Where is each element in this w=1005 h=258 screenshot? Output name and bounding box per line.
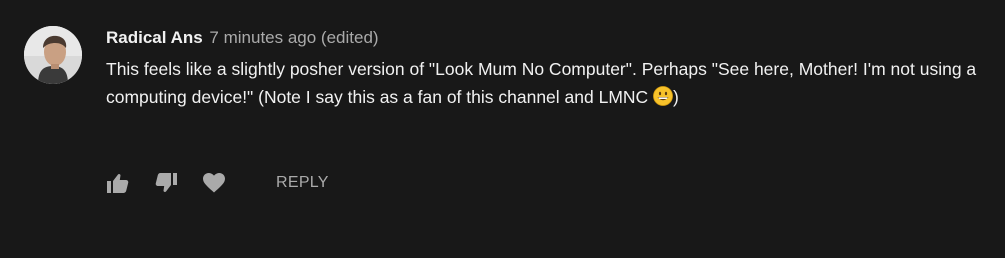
comment-actions: REPLY	[106, 168, 329, 198]
avatar-image	[24, 26, 82, 84]
comment-text-part2: )	[673, 87, 679, 107]
comment-header: Radical Ans 7 minutes ago (edited)	[106, 28, 996, 48]
reply-button[interactable]: REPLY	[276, 174, 329, 192]
heart-icon	[203, 173, 225, 193]
comment-text: This feels like a slightly posher versio…	[106, 55, 996, 111]
avatar[interactable]	[24, 26, 82, 84]
comment-timestamp[interactable]: 7 minutes ago (edited)	[209, 28, 378, 47]
like-button[interactable]	[106, 171, 130, 195]
thumbs-down-icon	[155, 173, 177, 192]
heart-button[interactable]	[202, 171, 226, 195]
comment: Radical Ans 7 minutes ago (edited) This …	[24, 26, 984, 111]
dislike-button[interactable]	[154, 171, 178, 195]
grinning-face-emoji	[653, 86, 673, 106]
thumbs-up-icon	[107, 174, 129, 193]
author-name[interactable]: Radical Ans	[106, 28, 203, 47]
comment-body: Radical Ans 7 minutes ago (edited) This …	[106, 26, 996, 111]
comment-text-part1: This feels like a slightly posher versio…	[106, 59, 977, 107]
